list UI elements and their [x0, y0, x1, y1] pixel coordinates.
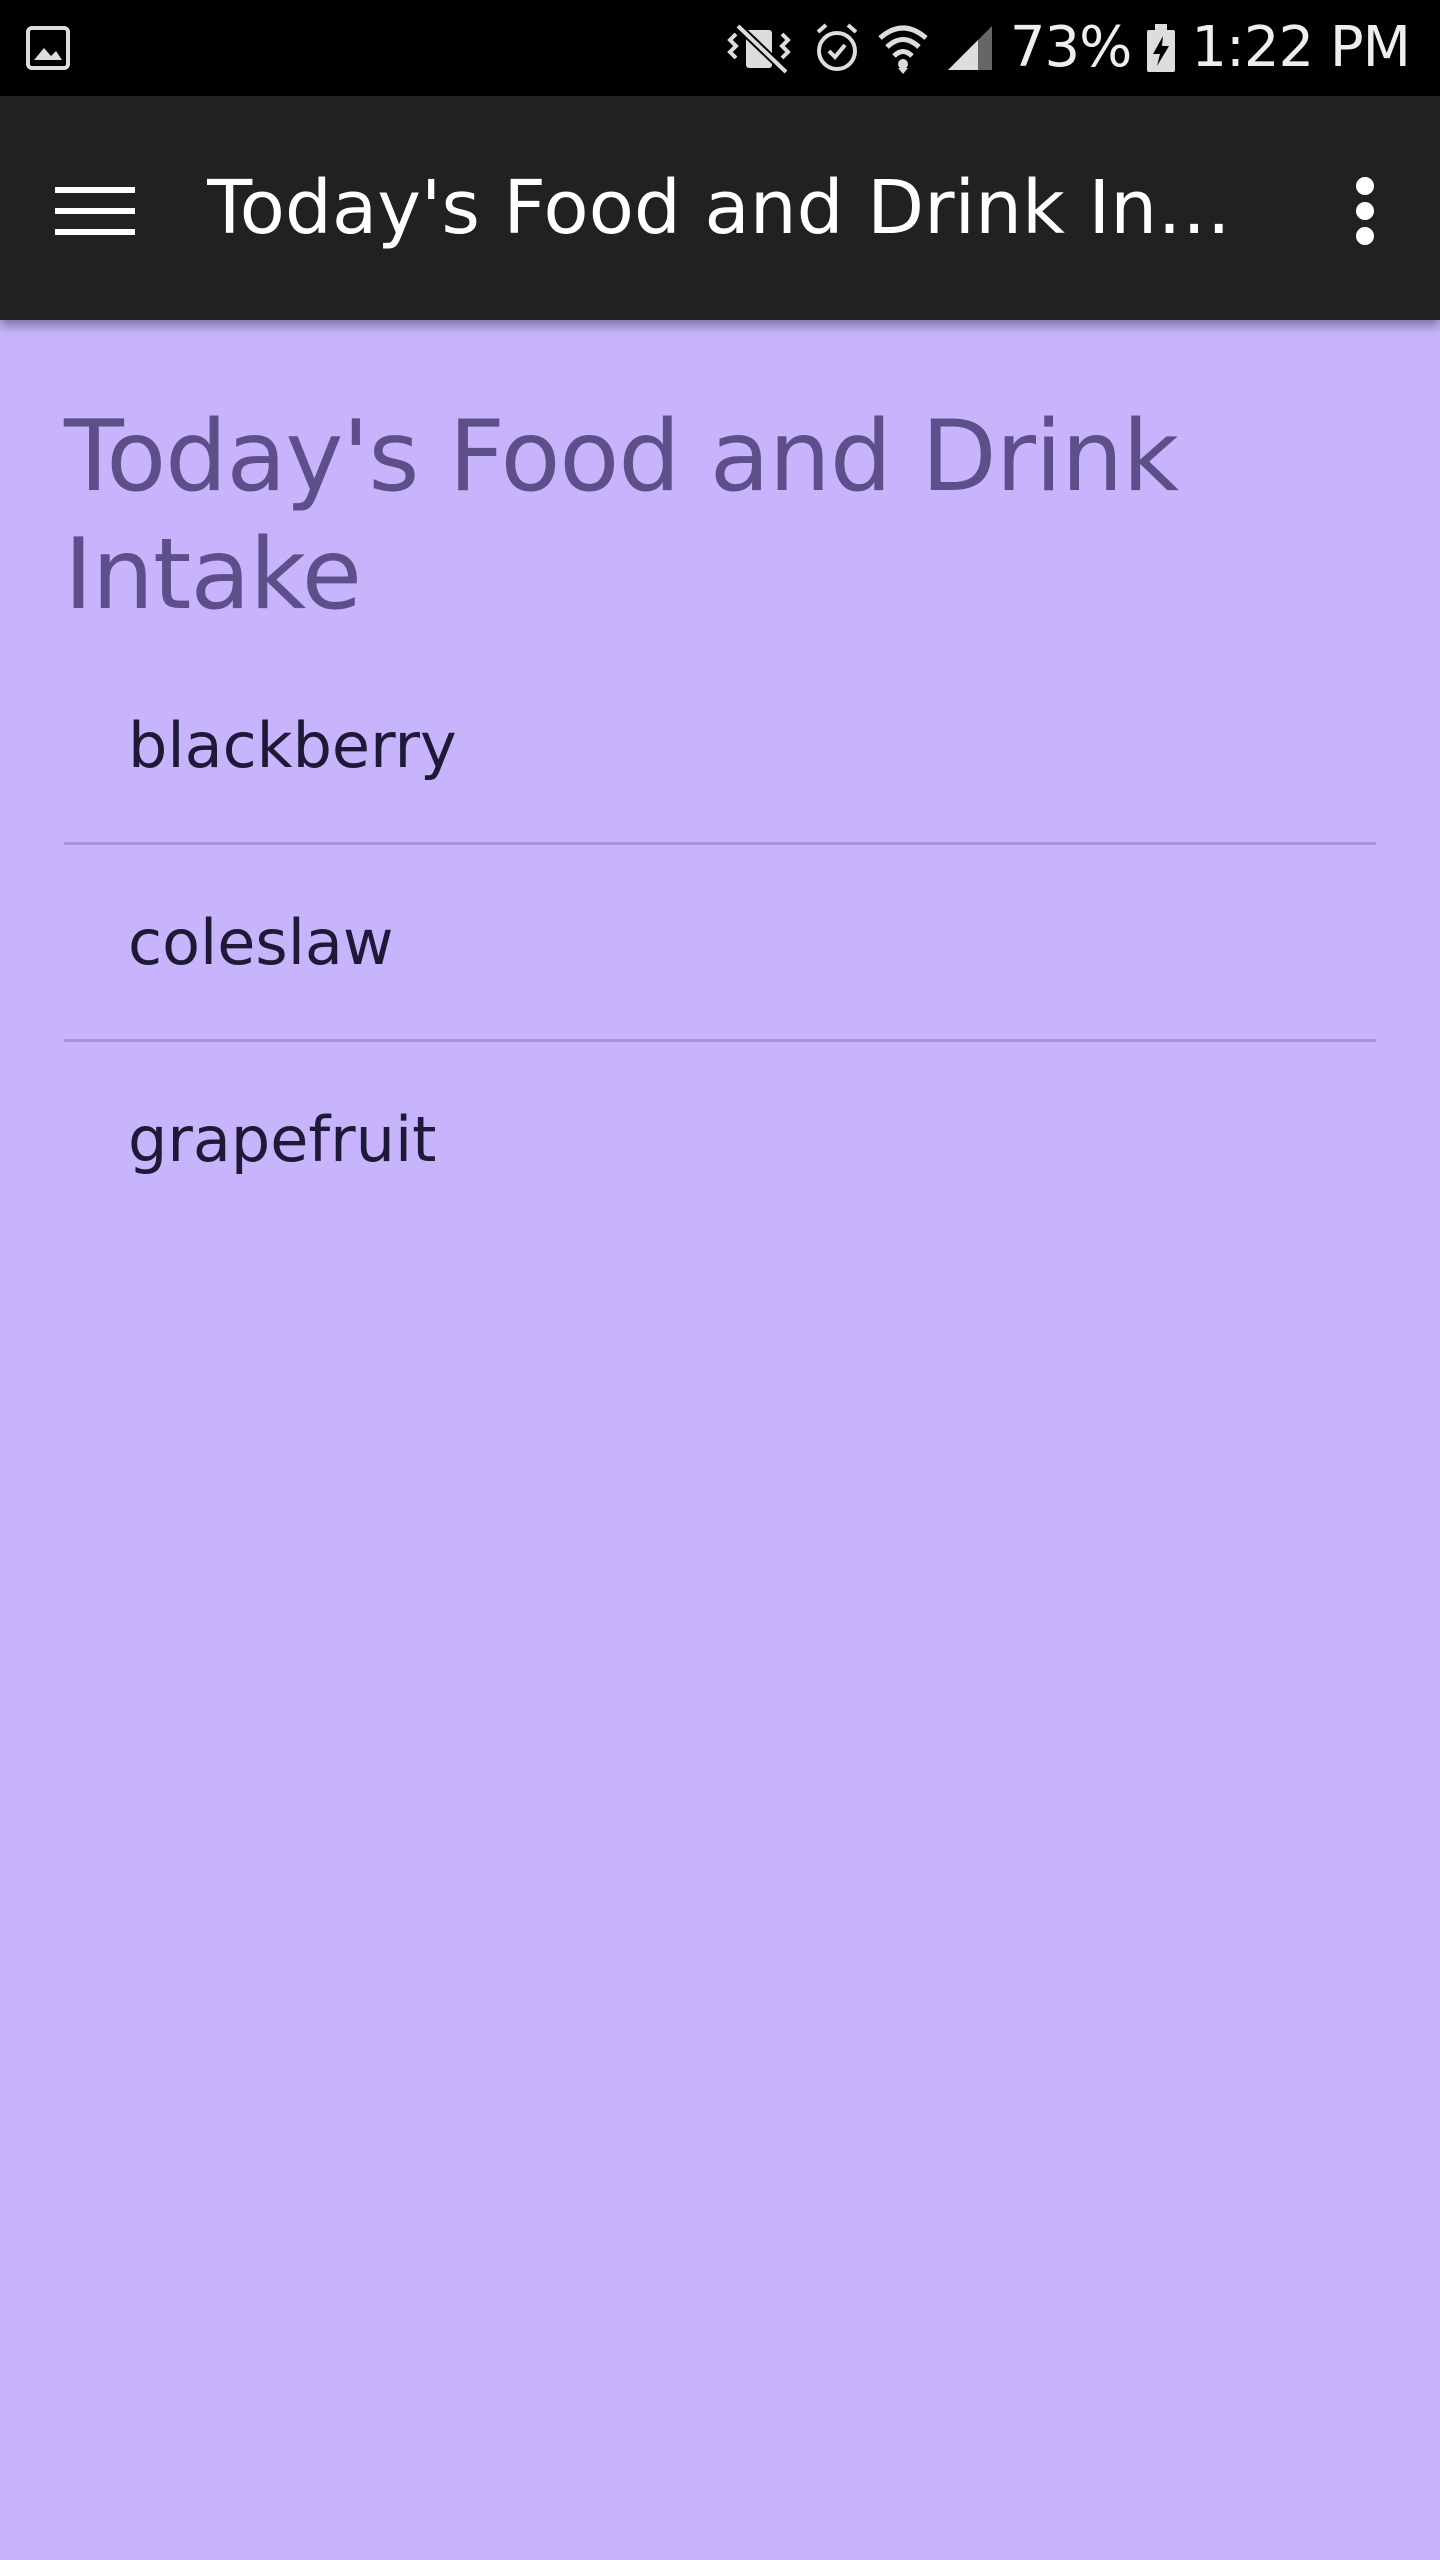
food-list: blackberry coleslaw grapefruit — [64, 648, 1376, 1236]
list-item-label: grapefruit — [128, 1102, 437, 1176]
hamburger-menu-icon — [55, 187, 135, 235]
list-item-label: coleslaw — [128, 905, 394, 979]
list-item-label: blackberry — [128, 708, 457, 782]
clock: 1:22 PM — [1191, 15, 1411, 80]
toolbar-title-text: Today's Food and Drink Int... — [207, 165, 1247, 251]
menu-button[interactable] — [40, 156, 150, 266]
overflow-menu-button[interactable] — [1320, 156, 1410, 266]
app-bar: Today's Food and Drink Int... — [0, 96, 1440, 320]
list-item-blackberry[interactable]: blackberry — [64, 648, 1376, 842]
image-icon — [26, 26, 70, 70]
list-item-coleslaw[interactable]: coleslaw — [64, 845, 1376, 1039]
status-bar: 73% 1:22 PM — [0, 0, 1440, 96]
main-content: Today's Food and Drink Intake blackberry… — [64, 320, 1376, 1236]
wifi-icon — [876, 20, 930, 76]
battery-percent: 73% — [1009, 15, 1132, 80]
vibrate-icon — [724, 20, 798, 76]
page-title: Today's Food and Drink Intake — [64, 400, 1179, 632]
list-item-grapefruit[interactable]: grapefruit — [64, 1042, 1376, 1236]
signal-icon — [944, 20, 996, 76]
more-vert-icon — [1356, 177, 1374, 245]
battery-charging-icon — [1145, 20, 1177, 76]
alarm-icon — [812, 20, 862, 76]
status-icons: 73% 1:22 PM — [724, 0, 1411, 96]
toolbar-title: Today's Food and Drink Int... — [207, 96, 1247, 320]
